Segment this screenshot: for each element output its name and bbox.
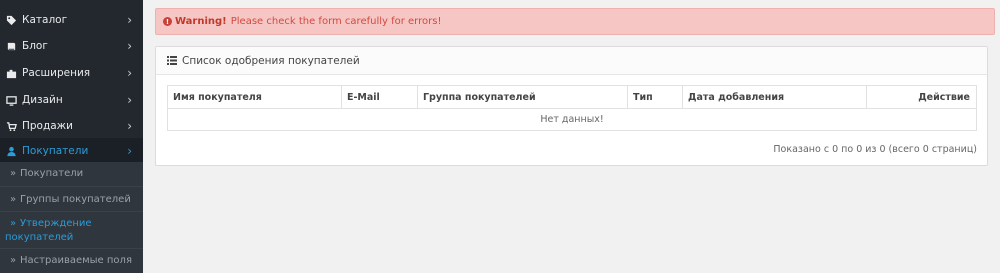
column-header-email[interactable]: E-Mail [341,85,418,109]
alert-text: Please check the form carefully for erro… [230,16,442,27]
warning-alert: ! Warning! Please check the form careful… [155,8,995,35]
panel-heading: Список одобрения покупателей [156,47,987,75]
double-chevron-icon: » [10,218,17,229]
sidebar-item-extensions[interactable]: Расширения › [0,60,143,86]
chevron-right-icon: › [127,66,132,80]
column-header-type[interactable]: Тип [627,85,683,109]
column-header-action: Действие [866,85,977,109]
puzzle-icon [5,67,17,79]
submenu-item-customer-groups[interactable]: » Группы покупателей [0,187,143,211]
empty-state-cell: Нет данных! [167,108,977,131]
sidebar-item-catalog[interactable]: Каталог › [0,7,143,33]
column-header-customer-group[interactable]: Группа покупателей [417,85,628,109]
table-header-row: Имя покупателя E-Mail Группа покупателей… [167,85,977,109]
sidebar-item-design[interactable]: Дизайн › [0,87,143,113]
submenu-item-label: Группы покупателей [20,194,131,205]
sidebar-item-label: Расширения [22,67,91,79]
sidebar-item-sales[interactable]: Продажи › [0,113,143,139]
sidebar-item-blog[interactable]: Блог › [0,33,143,59]
column-header-customer-name[interactable]: Имя покупателя [167,85,342,109]
chevron-right-icon: › [127,93,132,107]
sidebar-item-label: Покупатели [22,145,89,157]
chevron-right-icon: › [127,119,132,133]
user-icon [5,145,17,157]
customer-approval-panel: Список одобрения покупателей Имя покупат… [155,46,988,166]
submenu-item-customer-approval[interactable]: » Утверждение покупателей [0,212,143,248]
submenu-item-label: Настраиваемые поля [20,255,132,266]
cart-icon [5,120,17,132]
alert-strong: Warning! [175,16,227,27]
sidebar-item-label: Продажи [22,120,73,132]
chevron-right-icon: › [127,13,132,27]
submenu-item-label: Покупатели [20,168,84,179]
tag-icon [5,14,17,26]
double-chevron-icon: » [10,194,17,205]
pagination-info: Показано с 0 по 0 из 0 (всего 0 страниц) [773,144,977,155]
sidebar-item-customers[interactable]: Покупатели › [0,138,143,164]
chevron-right-icon: › [127,39,132,53]
book-icon [5,40,17,52]
column-header-date-added[interactable]: Дата добавления [682,85,867,109]
submenu-item-label-line1: Утверждение [20,218,92,229]
double-chevron-icon: » [10,255,17,266]
sidebar: Каталог › Блог › Расширения › Дизайн › П… [0,0,143,273]
table-row: Нет данных! [167,108,977,131]
sidebar-item-label: Каталог [22,14,68,26]
sidebar-item-label: Блог [22,40,48,52]
customer-approval-table: Имя покупателя E-Mail Группа покупателей… [167,85,977,131]
submenu-item-label-line2: покупателей [5,232,74,243]
sidebar-item-label: Дизайн [22,94,63,106]
panel-title: Список одобрения покупателей [182,54,360,67]
chevron-right-icon: › [127,144,132,158]
submenu-item-custom-fields[interactable]: » Настраиваемые поля [0,249,143,273]
list-icon [167,56,177,65]
monitor-icon [5,94,17,106]
submenu-item-customers[interactable]: » Покупатели [0,162,143,186]
double-chevron-icon: » [10,168,17,179]
exclamation-circle-icon: ! [163,17,172,26]
